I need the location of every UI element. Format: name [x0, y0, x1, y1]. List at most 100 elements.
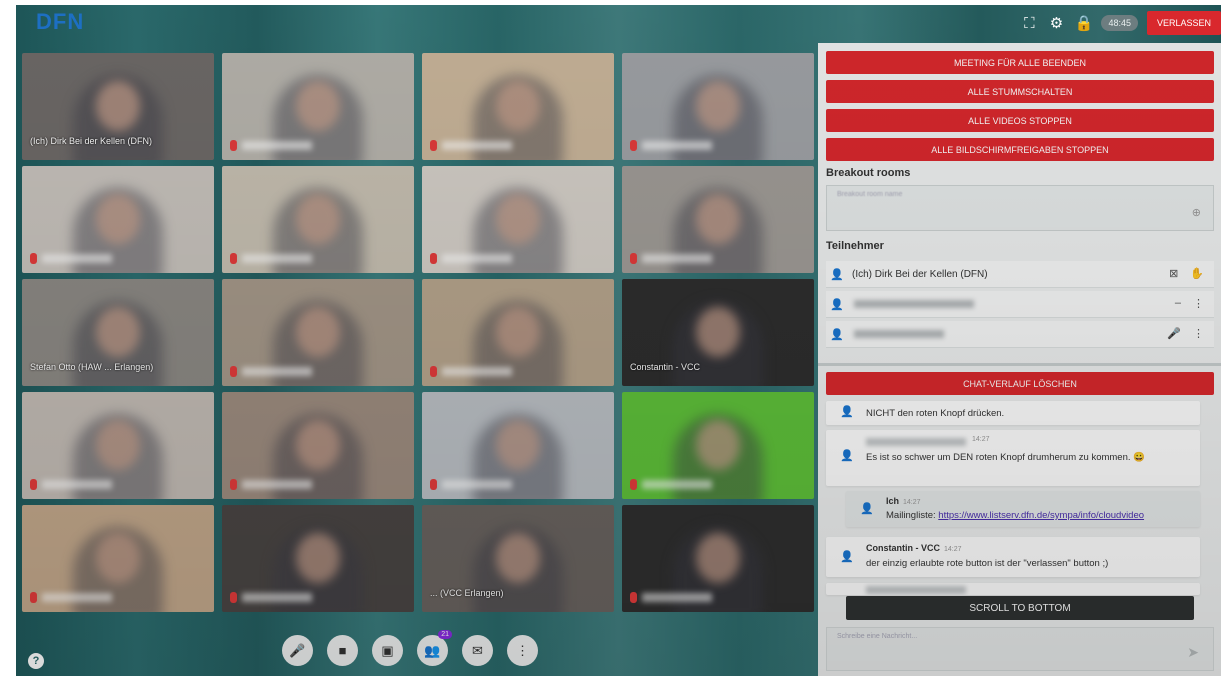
video-tile[interactable]: Constantin - VCC: [622, 279, 814, 386]
video-tile[interactable]: (Ich) Dirk Bei der Kellen (DFN): [22, 53, 214, 160]
participant-row[interactable]: 👤 (Ich) Dirk Bei der Kellen (DFN) ⊠ ✋: [826, 261, 1214, 288]
screenshare-button[interactable]: ▣: [372, 635, 403, 666]
video-tile[interactable]: ... (VCC Erlangen): [422, 505, 614, 612]
video-tile[interactable]: [22, 505, 214, 612]
tile-participant-name: ... (VCC Erlangen): [430, 588, 504, 598]
video-tile[interactable]: [622, 166, 814, 273]
person-icon: 👤: [840, 450, 854, 462]
chat-input[interactable]: Schreibe eine Nachricht... ➤: [826, 627, 1214, 671]
muted-mic-icon: [30, 253, 37, 264]
call-controls: 🎤 ■ ▣ 👥 21 ✉ ⋮: [282, 630, 538, 666]
breakout-room-placeholder: Breakout room name: [837, 191, 903, 198]
person-icon: 👤: [860, 503, 874, 515]
video-tile[interactable]: [622, 53, 814, 160]
gear-icon[interactable]: ⚙: [1047, 14, 1065, 32]
participant-row[interactable]: 👤 – ⋮: [826, 291, 1214, 318]
video-tile[interactable]: [622, 505, 814, 612]
participants-title: Teilnehmer: [826, 240, 884, 252]
video-tile[interactable]: [222, 279, 414, 386]
raise-hand-icon[interactable]: ✋: [1190, 267, 1204, 280]
leave-button[interactable]: VERLASSEN: [1146, 11, 1221, 35]
video-tile[interactable]: [422, 279, 614, 386]
participants-button[interactable]: 👥 21: [417, 630, 452, 666]
more-icon[interactable]: ⋮: [1193, 327, 1204, 340]
participant-actions: ⊠ ✋: [1169, 267, 1204, 280]
blurred-participant-name: [442, 254, 512, 263]
chat-message: 14:27 👤 Es ist so schwer um DEN roten Kn…: [826, 430, 1200, 486]
video-tile[interactable]: Stefan Otto (HAW ... Erlangen): [22, 279, 214, 386]
participant-video-head: [96, 533, 140, 583]
camera-icon: ■: [338, 643, 347, 658]
blurred-participant-name: [642, 254, 712, 263]
participant-video-head: [496, 307, 540, 357]
tile-participant-name: (Ich) Dirk Bei der Kellen (DFN): [30, 136, 153, 146]
lock-icon[interactable]: 🔒: [1074, 14, 1093, 32]
camera-button[interactable]: ■: [327, 635, 358, 666]
muted-mic-icon: [430, 479, 437, 490]
participant-video-head: [496, 533, 540, 583]
mailinglist-link[interactable]: https://www.listserv.dfn.de/sympa/info/c…: [938, 510, 1144, 521]
chat-input-placeholder: Schreibe eine Nachricht...: [837, 633, 918, 640]
message-text: Es ist so schwer um DEN roten Knopf drum…: [866, 452, 1145, 463]
chat-button[interactable]: ✉: [462, 635, 493, 666]
microphone-icon[interactable]: 🎤: [1167, 327, 1181, 340]
dash-icon: –: [1174, 297, 1181, 309]
participant-video-head: [296, 533, 340, 583]
participant-row[interactable]: 👤 🎤 ⋮: [826, 321, 1214, 348]
camera-off-icon[interactable]: ⊠: [1169, 267, 1178, 280]
stop-all-screenshares-button[interactable]: ALLE BILDSCHIRMFREIGABEN STOPPEN: [826, 138, 1214, 161]
blurred-participant-name: [854, 330, 944, 338]
video-tile[interactable]: [422, 166, 614, 273]
message-text: der einzig erlaubte rote button ist der …: [866, 558, 1109, 569]
help-icon[interactable]: ?: [28, 653, 44, 669]
chat-message: [826, 583, 1200, 595]
muted-mic-icon: [430, 253, 437, 264]
video-tile[interactable]: [22, 392, 214, 499]
fullscreen-icon[interactable]: ⛶: [1020, 15, 1038, 32]
video-tile[interactable]: [222, 53, 414, 160]
muted-mic-icon: [230, 592, 237, 603]
message-text: Mailingliste: https://www.listserv.dfn.d…: [886, 510, 1145, 521]
video-grid: (Ich) Dirk Bei der Kellen (DFN) Stefan Ot…: [22, 53, 814, 615]
dfn-logo: DFN: [36, 9, 85, 34]
panel-divider[interactable]: [818, 363, 1221, 366]
mute-all-button[interactable]: ALLE STUMMSCHALTEN: [826, 80, 1214, 103]
participant-video-head: [96, 420, 140, 470]
participant-video-head: [496, 81, 540, 131]
video-tile[interactable]: [222, 505, 414, 612]
video-tile[interactable]: [422, 392, 614, 499]
own-chat-message: 👤 Ich 14:27 Mailingliste: https://www.lis…: [846, 491, 1200, 527]
chat-message: 👤 Constantin - VCC 14:27 der einzig erlau…: [826, 537, 1200, 577]
participant-count-badge: 21: [438, 630, 452, 639]
add-room-icon[interactable]: ⊕: [1192, 206, 1201, 219]
end-meeting-button[interactable]: MEETING FÜR ALLE BEENDEN: [826, 51, 1214, 74]
conference-app: DFN ⛶ ⚙ 🔒 48:45 VERLASSEN (Ich) Dirk Bei…: [16, 5, 1221, 676]
blurred-participant-name: [242, 593, 312, 602]
video-tile[interactable]: [622, 392, 814, 499]
participant-video-head: [696, 307, 740, 357]
participants-icon: 👥: [424, 642, 441, 658]
participant-video-head: [296, 307, 340, 357]
muted-mic-icon: [630, 253, 637, 264]
muted-mic-icon: [230, 140, 237, 151]
more-options-button[interactable]: ⋮: [507, 635, 538, 666]
send-icon[interactable]: ➤: [1187, 644, 1199, 661]
clear-chat-button[interactable]: CHAT-VERLAUF LÖSCHEN: [826, 372, 1214, 395]
participant-video-head: [296, 194, 340, 244]
microphone-button[interactable]: 🎤: [282, 635, 313, 666]
video-tile[interactable]: [22, 166, 214, 273]
scroll-to-bottom-button[interactable]: SCROLL TO BOTTOM: [846, 596, 1194, 620]
breakout-rooms-title: Breakout rooms: [826, 167, 911, 179]
more-icon[interactable]: ⋮: [1193, 297, 1204, 310]
person-icon: 👤: [830, 328, 844, 341]
video-tile[interactable]: [222, 392, 414, 499]
muted-mic-icon: [230, 479, 237, 490]
stop-all-videos-button[interactable]: ALLE VIDEOS STOPPEN: [826, 109, 1214, 132]
video-tile[interactable]: [222, 166, 414, 273]
blurred-participant-name: [442, 480, 512, 489]
message-author: Constantin - VCC 14:27: [866, 543, 962, 553]
participant-actions: – ⋮: [1175, 297, 1204, 310]
video-tile[interactable]: [422, 53, 614, 160]
breakout-room-input[interactable]: Breakout room name ⊕: [826, 185, 1214, 231]
participant-video-head: [96, 81, 140, 131]
